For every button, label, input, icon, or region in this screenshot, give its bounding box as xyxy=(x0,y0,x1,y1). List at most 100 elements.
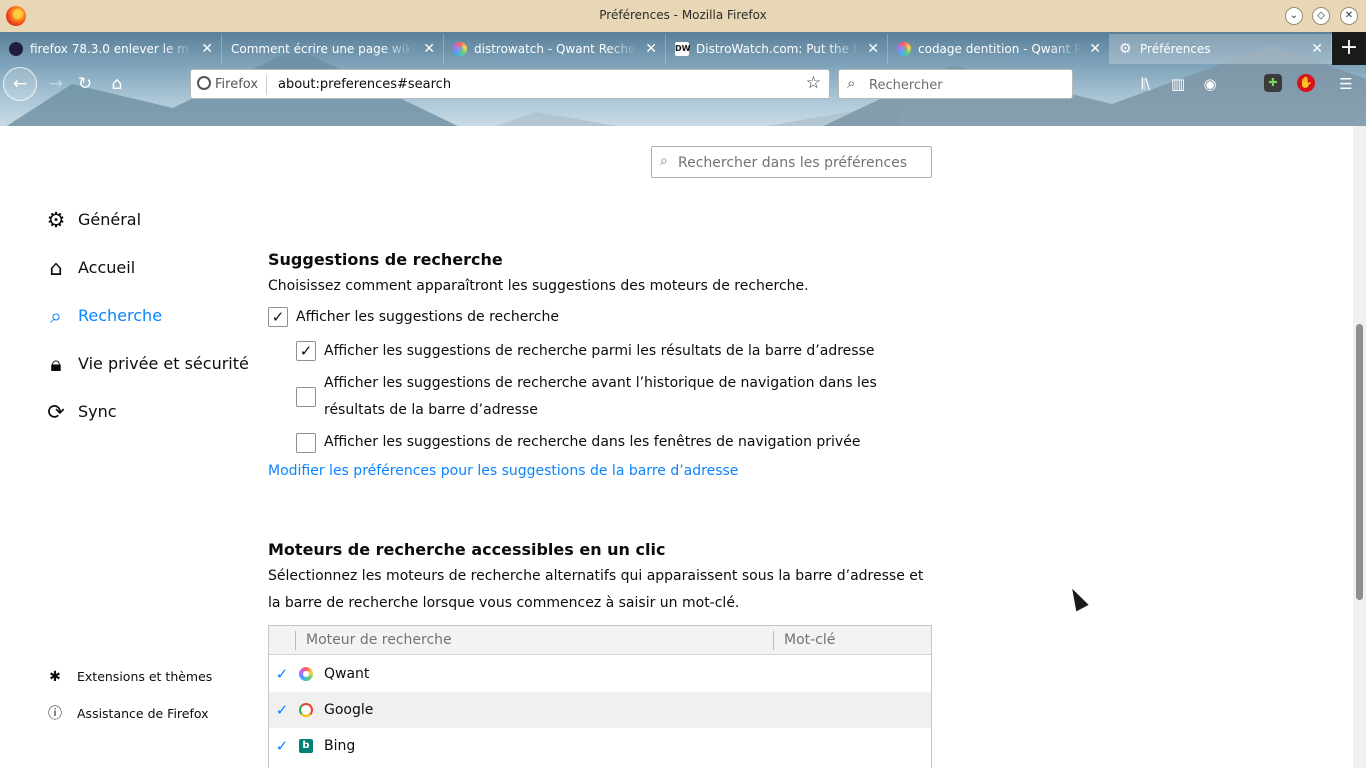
navigation-toolbar: ← → ↻ ⌂ Firefox about:preferences#search… xyxy=(0,66,1366,106)
category-general[interactable]: ⚙ Général xyxy=(44,205,244,235)
browser-chrome: firefox 78.3.0 enlever le m ✕ Comment éc… xyxy=(0,32,1366,126)
search-icon: ⌕ xyxy=(50,304,62,328)
address-bar[interactable]: Firefox about:preferences#search ☆ xyxy=(190,69,830,99)
close-tab-icon[interactable]: ✕ xyxy=(423,34,435,64)
minimize-button[interactable]: ⌄ xyxy=(1285,7,1303,25)
suggestions-in-urlbar-option[interactable]: ✓ Afficher les suggestions de recherche … xyxy=(296,338,916,365)
checkmark-icon[interactable]: ✓ xyxy=(274,692,290,728)
extension-shield-icon[interactable]: ✚ xyxy=(1264,74,1282,92)
checkmark-icon[interactable]: ✓ xyxy=(274,728,290,764)
tab-codage-dentition[interactable]: codage dentition - Qwant R ✕ xyxy=(888,34,1110,64)
close-tab-icon[interactable]: ✕ xyxy=(1311,34,1323,64)
title-bar: Préférences - Mozilla Firefox ⌄ ◇ ✕ xyxy=(0,0,1366,32)
engine-row-qwant[interactable]: ✓ Qwant xyxy=(269,656,931,692)
tab-distrowatch[interactable]: DW DistroWatch.com: Put the f ✕ xyxy=(666,34,888,64)
tab-title: codage dentition - Qwant R xyxy=(918,42,1083,56)
search-input[interactable] xyxy=(869,75,1064,95)
firefox-support-link[interactable]: ⓘ Assistance de Firefox xyxy=(46,703,226,725)
suggestions-heading: Suggestions de recherche xyxy=(268,250,503,269)
page-scrollbar[interactable] xyxy=(1353,126,1366,768)
reload-button[interactable]: ↻ xyxy=(71,69,99,99)
category-label: Vie privée et sécurité xyxy=(78,354,249,373)
close-tab-icon[interactable]: ✕ xyxy=(201,34,213,64)
home-button[interactable]: ⌂ xyxy=(103,69,131,99)
checkmark-icon[interactable]: ✓ xyxy=(274,656,290,692)
tab-title: Comment écrire une page wiki - xyxy=(231,42,417,56)
library-icon[interactable]: 𝄃\ xyxy=(1134,71,1158,97)
engine-name: Bing xyxy=(324,738,356,754)
account-icon[interactable]: ◉ xyxy=(1198,71,1222,97)
qwant-icon xyxy=(897,42,911,56)
show-suggestions-option[interactable]: ✓ Afficher les suggestions de recherche xyxy=(268,304,868,331)
bing-icon: b xyxy=(299,739,313,753)
close-window-button[interactable]: ✕ xyxy=(1340,7,1358,25)
url-text[interactable]: about:preferences#search xyxy=(278,75,451,95)
close-tab-icon[interactable]: ✕ xyxy=(645,34,657,64)
engine-name: Qwant xyxy=(324,666,370,682)
search-icon: ⌕ xyxy=(660,153,668,169)
tab-firefox-78[interactable]: firefox 78.3.0 enlever le m ✕ xyxy=(0,34,222,64)
category-sync[interactable]: ⟳ Sync xyxy=(44,397,244,427)
maximize-button[interactable]: ◇ xyxy=(1312,7,1330,25)
column-header-keyword[interactable]: Mot-clé xyxy=(784,626,835,655)
home-icon: ⌂ xyxy=(49,256,63,280)
menu-icon[interactable]: ☰ xyxy=(1334,71,1358,97)
suggestions-before-history-option[interactable]: Afficher les suggestions de recherche av… xyxy=(296,370,932,424)
suggestions-private-option[interactable]: Afficher les suggestions de recherche da… xyxy=(296,429,916,456)
option-label: Afficher les suggestions de recherche da… xyxy=(324,434,861,450)
one-click-heading: Moteurs de recherche accessibles en un c… xyxy=(268,540,666,559)
forward-button[interactable]: → xyxy=(42,69,70,99)
google-icon xyxy=(299,703,313,717)
category-privacy[interactable]: 🔒︎ Vie privée et sécurité xyxy=(44,349,248,379)
search-engines-table: Moteur de recherche Mot-clé ✓ Qwant ✓ Go… xyxy=(268,625,932,768)
preferences-search[interactable]: ⌕ xyxy=(651,146,932,178)
help-icon: ⓘ xyxy=(48,706,62,722)
column-header-engine[interactable]: Moteur de recherche xyxy=(306,626,452,655)
show-suggestions-checkbox[interactable]: ✓ xyxy=(268,307,288,327)
lock-icon: 🔒︎ xyxy=(50,352,62,376)
sync-icon: ⟳ xyxy=(47,400,65,424)
puzzle-icon: ✱ xyxy=(49,669,61,685)
option-label: Afficher les suggestions de recherche av… xyxy=(324,375,877,418)
suggestions-private-checkbox[interactable] xyxy=(296,433,316,453)
tab-title: Préférences xyxy=(1140,42,1211,56)
urlbar-suggestions-link[interactable]: Modifier les préférences pour les sugges… xyxy=(268,463,738,479)
tab-title: distrowatch - Qwant Reche xyxy=(474,42,636,56)
tab-title: DistroWatch.com: Put the f xyxy=(696,42,858,56)
firefox-news-icon xyxy=(9,42,23,56)
close-tab-icon[interactable]: ✕ xyxy=(867,34,879,64)
extension-block-icon[interactable]: ✋ xyxy=(1297,74,1315,92)
category-label: Sync xyxy=(78,402,117,421)
gear-icon: ⚙ xyxy=(46,208,66,232)
category-home[interactable]: ⌂ Accueil xyxy=(44,253,244,283)
search-bar[interactable]: ⌕ xyxy=(838,69,1073,99)
back-button[interactable]: ← xyxy=(3,67,37,101)
tab-preferences[interactable]: ⚙ Préférences ✕ xyxy=(1110,34,1332,64)
footer-label: Assistance de Firefox xyxy=(77,706,209,721)
column-separator xyxy=(773,631,774,650)
suggestions-before-history-checkbox[interactable] xyxy=(296,387,316,407)
identity-box[interactable]: Firefox xyxy=(197,75,268,95)
category-search[interactable]: ⌕ Recherche xyxy=(44,301,244,331)
gear-icon: ⚙ xyxy=(1119,41,1132,57)
extensions-themes-link[interactable]: ✱ Extensions et thèmes xyxy=(46,666,226,688)
option-label: Afficher les suggestions de recherche pa… xyxy=(324,343,875,359)
qwant-icon xyxy=(453,42,467,56)
suggestions-in-urlbar-checkbox[interactable]: ✓ xyxy=(296,341,316,361)
bookmark-star-icon[interactable]: ☆ xyxy=(806,73,821,93)
tab-strip: firefox 78.3.0 enlever le m ✕ Comment éc… xyxy=(0,32,1366,65)
tab-wiki-page[interactable]: Comment écrire une page wiki - ✕ xyxy=(222,34,444,64)
firefox-identity-icon xyxy=(197,76,211,90)
tab-distrowatch-qwant[interactable]: distrowatch - Qwant Reche ✕ xyxy=(444,34,666,64)
engine-row-google[interactable]: ✓ Google xyxy=(269,692,931,728)
window-title: Préférences - Mozilla Firefox xyxy=(599,8,767,22)
category-label: Recherche xyxy=(78,306,163,325)
engine-row-bing[interactable]: ✓ b Bing xyxy=(269,728,931,764)
preferences-search-input[interactable] xyxy=(678,153,928,173)
sidebar-icon[interactable]: ▥ xyxy=(1166,71,1190,97)
close-tab-icon[interactable]: ✕ xyxy=(1089,34,1101,64)
scrollbar-thumb[interactable] xyxy=(1356,324,1363,600)
table-header: Moteur de recherche Mot-clé xyxy=(269,626,931,655)
qwant-icon xyxy=(299,667,313,681)
new-tab-button[interactable]: + xyxy=(1332,32,1366,65)
